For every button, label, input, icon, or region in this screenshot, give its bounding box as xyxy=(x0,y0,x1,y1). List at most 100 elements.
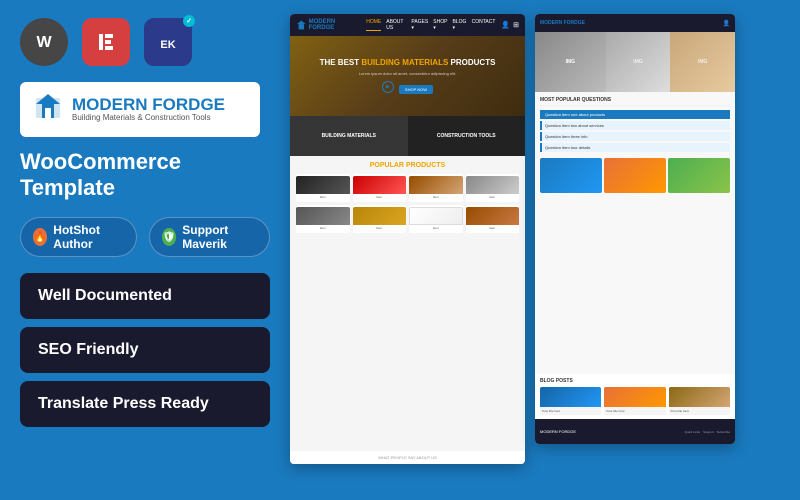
preview-nav-links: HOME ABOUT US PAGES ▾ SHOP ▾ BLOG ▾ CONT… xyxy=(366,19,495,31)
sec-img2-text: IMG xyxy=(633,59,642,65)
sec-img3-text: IMG xyxy=(698,59,707,65)
nav-user-icon: 👤 xyxy=(501,21,510,29)
blog-post-3: Post title here xyxy=(669,387,730,415)
faq-item-1: Question item one about products xyxy=(540,110,730,119)
envato-king-icon: EK ✓ xyxy=(144,18,192,66)
blog-post-1-img xyxy=(540,387,601,407)
blog-section: BLOG POSTS Post title here Post title he… xyxy=(535,374,735,419)
faq-section: MOST POPULAR QUESTIONS Question item one… xyxy=(535,92,735,374)
brand-name: MODERN FORDGE xyxy=(72,96,225,113)
support-icon: 🛡 xyxy=(162,228,176,246)
product-card: Item xyxy=(466,205,520,233)
product-card: Item xyxy=(353,174,407,202)
faq-item-2: Question item two about services xyxy=(540,121,730,130)
secondary-nav: MODERN FORDGE 👤 xyxy=(535,14,735,32)
secondary-preview: MODERN FORDGE 👤 IMG IMG IMG MOST POPULAR… xyxy=(535,14,735,444)
sec-nav-logo: MODERN FORDGE xyxy=(540,20,585,26)
category-banners: BUILDING MATERIALS CONSTRUCTION TOOLS xyxy=(290,116,525,156)
blog-post-2: Post title here xyxy=(604,387,665,415)
hotshot-author-badge: 🔥 HotShot Author xyxy=(20,217,137,257)
hero-play-icon: ▶ xyxy=(382,81,394,93)
about-section: WHAT PEOPLE SAY ABOUT US xyxy=(290,451,525,464)
svg-text:EK: EK xyxy=(160,39,175,51)
nav-about: ABOUT US xyxy=(386,19,406,31)
blog-post-2-text: Post title here xyxy=(604,407,665,415)
products-title: POPULAR PRODUCTS xyxy=(296,162,519,169)
wordpress-icon: W xyxy=(20,18,68,66)
blog-posts-grid: Post title here Post title here Post tit… xyxy=(540,387,730,415)
svg-text:W: W xyxy=(36,34,52,51)
sec-top-images: IMG IMG IMG xyxy=(535,32,735,92)
hero-description: Lorem ipsum dolor sit amet, consectetur … xyxy=(320,71,496,76)
seo-friendly-button[interactable]: SEO Friendly xyxy=(20,327,270,373)
sec-img1-text: IMG xyxy=(566,59,575,65)
product-card: Item xyxy=(353,205,407,233)
footer-cols: Quick Links Support Subscribe xyxy=(685,430,730,434)
products-title-highlight: POPULAR xyxy=(370,162,404,169)
faq-item-4: Question item four details xyxy=(540,143,730,152)
hero-title: THE BEST BUILDING MATERIALS PRODUCTS xyxy=(320,58,496,68)
brand-logo-icon xyxy=(32,90,64,129)
well-documented-button[interactable]: Well Documented xyxy=(20,273,270,319)
faq-item-3: Question item three info xyxy=(540,132,730,141)
sec-img-1: IMG xyxy=(535,32,606,92)
product-card: Item xyxy=(409,205,463,233)
banner-construction: CONSTRUCTION TOOLS xyxy=(408,116,526,156)
brand-subtitle: Building Materials & Construction Tools xyxy=(72,113,225,123)
sec-photo-3 xyxy=(668,158,730,193)
hotshot-icon: 🔥 xyxy=(33,228,47,246)
sec-photo-2 xyxy=(604,158,666,193)
translate-press-button[interactable]: Translate Press Ready xyxy=(20,381,270,427)
product-card: Item xyxy=(296,174,350,202)
preview-navbar: MODERN FORDGE HOME ABOUT US PAGES ▾ SHOP… xyxy=(290,14,525,36)
footer-col-1: Quick Links xyxy=(685,430,701,434)
banner1-text: BUILDING MATERIALS xyxy=(322,133,376,139)
blog-title: BLOG POSTS xyxy=(540,378,730,384)
faq-title: MOST POPULAR QUESTIONS xyxy=(540,97,730,106)
sec-user-icon: 👤 xyxy=(723,20,730,27)
about-text: WHAT PEOPLE SAY ABOUT US xyxy=(296,455,519,460)
products-section: POPULAR PRODUCTS Item Item Item Item Ite… xyxy=(290,156,525,451)
sec-img-2: IMG xyxy=(606,32,671,92)
support-label: Support Maverik xyxy=(182,223,257,251)
main-preview: MODERN FORDGE HOME ABOUT US PAGES ▾ SHOP… xyxy=(290,14,525,464)
nav-contact: CONTACT xyxy=(472,19,496,31)
preview-footer: MODERN FORDGE Quick Links Support Subscr… xyxy=(535,419,735,444)
blog-post-1: Post title here xyxy=(540,387,601,415)
hero-content: THE BEST BUILDING MATERIALS PRODUCTS Lor… xyxy=(320,58,496,94)
sec-photos-row xyxy=(540,158,730,193)
products-grid: Item Item Item Item Item Item Item Item xyxy=(296,174,519,233)
author-badges-row: 🔥 HotShot Author 🛡 Support Maverik xyxy=(20,217,270,257)
product-card: Item xyxy=(409,174,463,202)
nav-home: HOME xyxy=(366,19,381,31)
preview-nav-logo-text: MODERN FORDGE xyxy=(309,19,357,31)
sec-photo-1 xyxy=(540,158,602,193)
plugin-icons-row: W EK ✓ xyxy=(20,18,270,66)
hero-shop-btn[interactable]: SHOP NOW xyxy=(399,85,433,94)
footer-col-2: Support xyxy=(703,430,714,434)
product-card: Item xyxy=(466,174,520,202)
products-title-rest: PRODUCTS xyxy=(406,162,445,169)
faq-list: Question item one about products Questio… xyxy=(540,110,730,152)
nav-grid-icon: ⊞ xyxy=(513,21,519,29)
preview-hero: THE BEST BUILDING MATERIALS PRODUCTS Lor… xyxy=(290,36,525,116)
support-maverik-badge: 🛡 Support Maverik xyxy=(149,217,270,257)
template-type-title: WooCommerce Template xyxy=(20,149,270,201)
product-card: Item xyxy=(296,205,350,233)
blog-post-1-text: Post title here xyxy=(540,407,601,415)
footer-logo-text: MODERN FORDGE xyxy=(540,429,576,434)
nav-shop: SHOP ▾ xyxy=(433,19,447,31)
sec-nav-icons: 👤 xyxy=(723,20,730,27)
nav-blog: BLOG ▾ xyxy=(453,19,467,31)
hotshot-label: HotShot Author xyxy=(53,223,124,251)
preview-nav-logo: MODERN FORDGE xyxy=(296,19,356,31)
blog-post-3-img xyxy=(669,387,730,407)
footer-col-3: Subscribe xyxy=(717,430,730,434)
nav-icons: 👤 ⊞ xyxy=(501,21,519,29)
banner-building: BUILDING MATERIALS xyxy=(290,116,408,156)
right-panel: MODERN FORDGE HOME ABOUT US PAGES ▾ SHOP… xyxy=(290,0,800,500)
nav-pages: PAGES ▾ xyxy=(411,19,428,31)
banner2-text: CONSTRUCTION TOOLS xyxy=(437,133,496,139)
brand-logo-box: MODERN FORDGE Building Materials & Const… xyxy=(20,82,260,137)
left-panel: W EK ✓ xyxy=(0,0,290,500)
